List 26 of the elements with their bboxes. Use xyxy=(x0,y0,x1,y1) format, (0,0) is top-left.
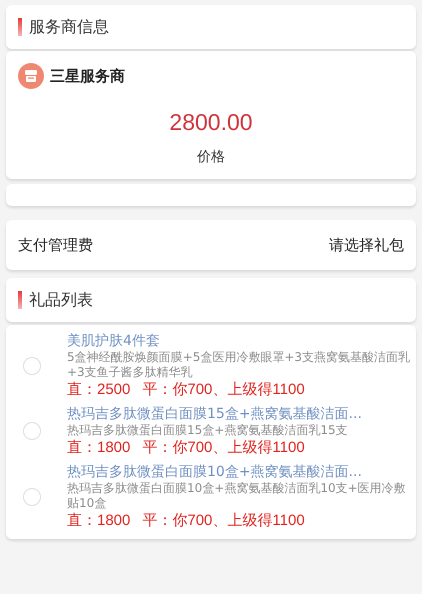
gift-title[interactable]: 热玛吉多肽微蛋白面膜15盒+燕窝氨基酸洁面... xyxy=(67,405,412,423)
accent-bar xyxy=(18,18,22,36)
gift-title[interactable]: 热玛吉多肽微蛋白面膜10盒+燕窝氨基酸洁面... xyxy=(67,463,412,481)
gift-picker-link[interactable]: 请选择礼包 xyxy=(329,236,404,254)
annotation-text: 直：1800 xyxy=(67,439,130,457)
section-title: 服务商信息 xyxy=(29,16,109,38)
gift-description: 热玛吉多肽微蛋白面膜10盒+燕窝氨基酸洁面乳10支+医用冷敷贴10盒 xyxy=(67,481,407,511)
price-value: 2800.00 xyxy=(168,109,254,136)
gift-description: 热玛吉多肽微蛋白面膜15盒+燕窝氨基酸洁面乳15支 xyxy=(67,423,349,438)
radio-button[interactable] xyxy=(23,422,41,440)
fee-row[interactable]: 支付管理费 请选择礼包 xyxy=(6,220,416,270)
annotation-text: 平：你700、上级得1100 xyxy=(142,512,305,530)
annotation-text: 直：2500 xyxy=(67,381,130,399)
radio-button[interactable] xyxy=(23,488,41,506)
fee-label: 支付管理费 xyxy=(18,236,93,254)
gift-description: 5盒神经酰胺焕颜面膜+5盒医用冷敷眼罩+3支燕窝氨基酸洁面乳+3支鱼子酱多肽精华乳 xyxy=(67,350,412,380)
annotation-text: 直：1800 xyxy=(67,512,130,530)
price-label: 价格 xyxy=(196,148,226,166)
section-title: 礼品列表 xyxy=(29,290,93,310)
radio-button[interactable] xyxy=(23,356,41,374)
store-icon xyxy=(18,63,44,89)
provider-name: 三星服务商 xyxy=(50,66,125,86)
annotation-text: 平：你700、上级得1100 xyxy=(142,381,305,399)
accent-bar xyxy=(18,291,22,309)
gift-title[interactable]: 美肌护肤4件套 xyxy=(67,332,412,350)
annotation-text: 平：你700、上级得1100 xyxy=(142,439,305,457)
